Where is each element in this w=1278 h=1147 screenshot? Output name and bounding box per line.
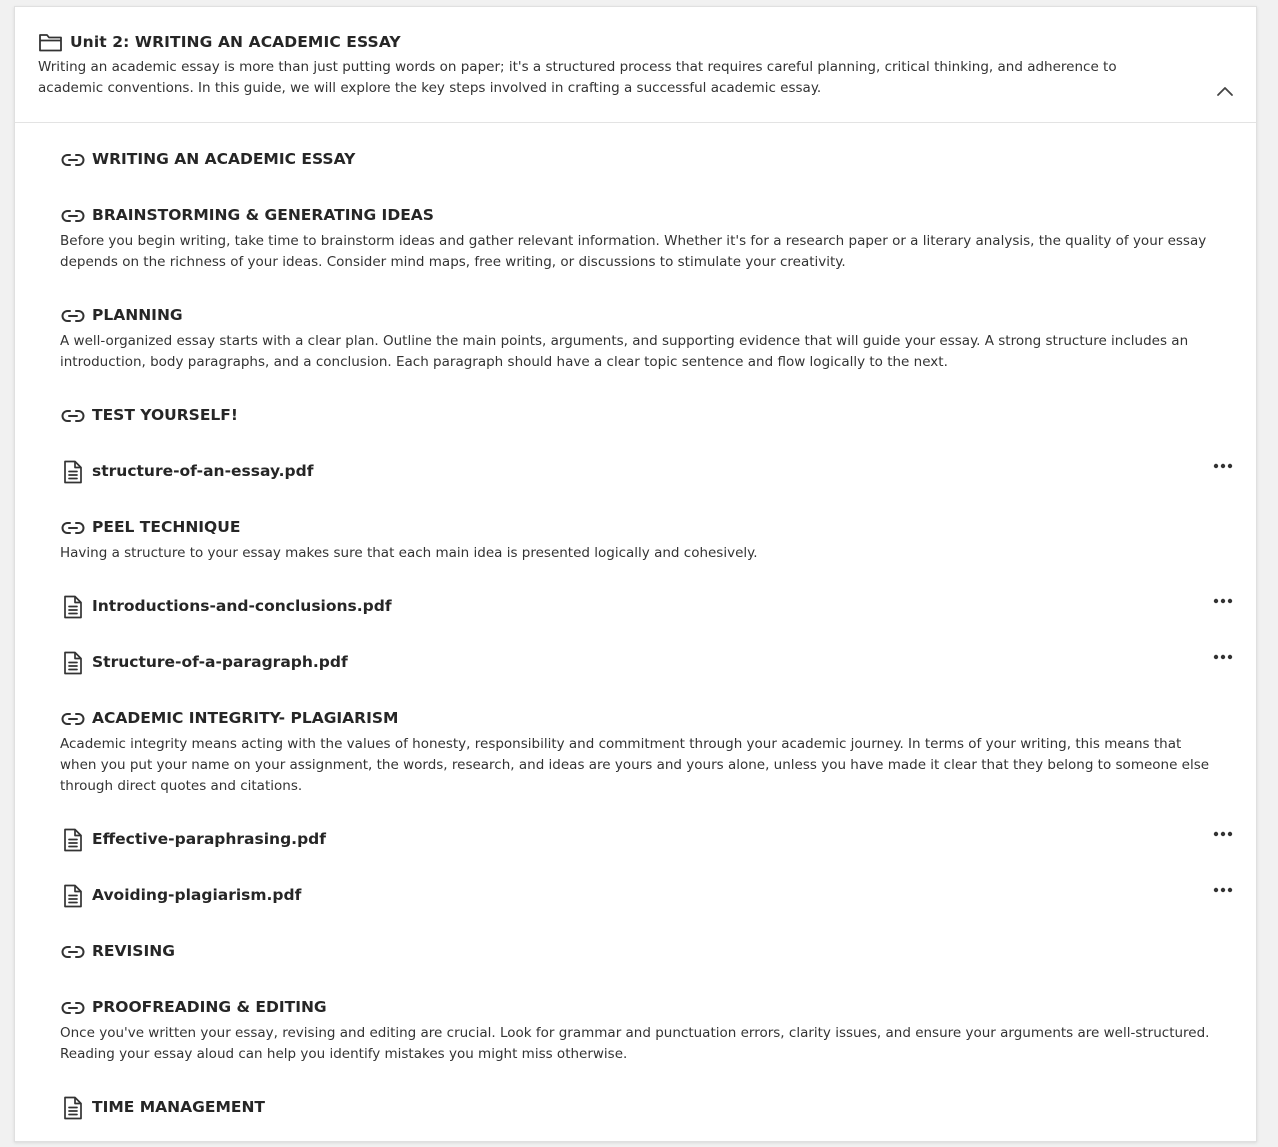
- document-icon: [60, 594, 86, 620]
- item-description: Having a structure to your essay makes s…: [60, 545, 758, 561]
- link-icon: [60, 515, 86, 541]
- more-options-icon[interactable]: [1211, 648, 1235, 660]
- item-title[interactable]: Introductions-and-conclusions.pdf: [92, 597, 392, 615]
- item-description: Once you've written your essay, revising…: [60, 1025, 1210, 1062]
- unit-title: Unit 2: WRITING AN ACADEMIC ESSAY: [70, 33, 401, 51]
- more-options-icon[interactable]: [1211, 825, 1235, 837]
- link-icon: [60, 706, 86, 732]
- unit-description: Writing an academic essay is more than j…: [38, 59, 1117, 96]
- folder-icon: [38, 31, 64, 53]
- item-title[interactable]: Avoiding-plagiarism.pdf: [92, 886, 301, 904]
- link-icon: [60, 939, 86, 965]
- item-title[interactable]: ACADEMIC INTEGRITY- PLAGIARISM: [92, 709, 398, 727]
- item-title[interactable]: TEST YOURSELF!: [92, 406, 238, 424]
- document-icon: [60, 883, 86, 909]
- item-title[interactable]: PEEL TECHNIQUE: [92, 518, 240, 536]
- item-description: Before you begin writing, take time to b…: [60, 233, 1207, 270]
- document-icon: [60, 650, 86, 676]
- unit-panel: Unit 2: WRITING AN ACADEMIC ESSAY Writin…: [14, 6, 1257, 1142]
- item-title[interactable]: BRAINSTORMING & GENERATING IDEAS: [92, 206, 434, 224]
- link-icon: [60, 303, 86, 329]
- unit-header[interactable]: Unit 2: WRITING AN ACADEMIC ESSAY Writin…: [15, 7, 1256, 123]
- item-title[interactable]: TIME MANAGEMENT: [92, 1098, 265, 1116]
- chevron-up-icon[interactable]: [1213, 81, 1237, 101]
- item-description: A well-organized essay starts with a cle…: [60, 333, 1189, 370]
- more-options-icon[interactable]: [1211, 457, 1235, 469]
- item-title[interactable]: structure-of-an-essay.pdf: [92, 462, 313, 480]
- link-icon: [60, 995, 86, 1021]
- link-icon: [60, 147, 86, 173]
- link-icon: [60, 403, 86, 429]
- item-title[interactable]: PROOFREADING & EDITING: [92, 998, 327, 1016]
- item-description: Academic integrity means acting with the…: [60, 736, 1210, 794]
- document-icon: [60, 1095, 86, 1121]
- more-options-icon[interactable]: [1211, 592, 1235, 604]
- document-icon: [60, 459, 86, 485]
- more-options-icon[interactable]: [1211, 881, 1235, 893]
- link-icon: [60, 203, 86, 229]
- document-icon: [60, 827, 86, 853]
- item-title[interactable]: Effective-paraphrasing.pdf: [92, 830, 326, 848]
- item-title[interactable]: Structure-of-a-paragraph.pdf: [92, 653, 348, 671]
- item-title[interactable]: REVISING: [92, 942, 175, 960]
- item-title[interactable]: WRITING AN ACADEMIC ESSAY: [92, 150, 355, 168]
- item-title[interactable]: PLANNING: [92, 306, 183, 324]
